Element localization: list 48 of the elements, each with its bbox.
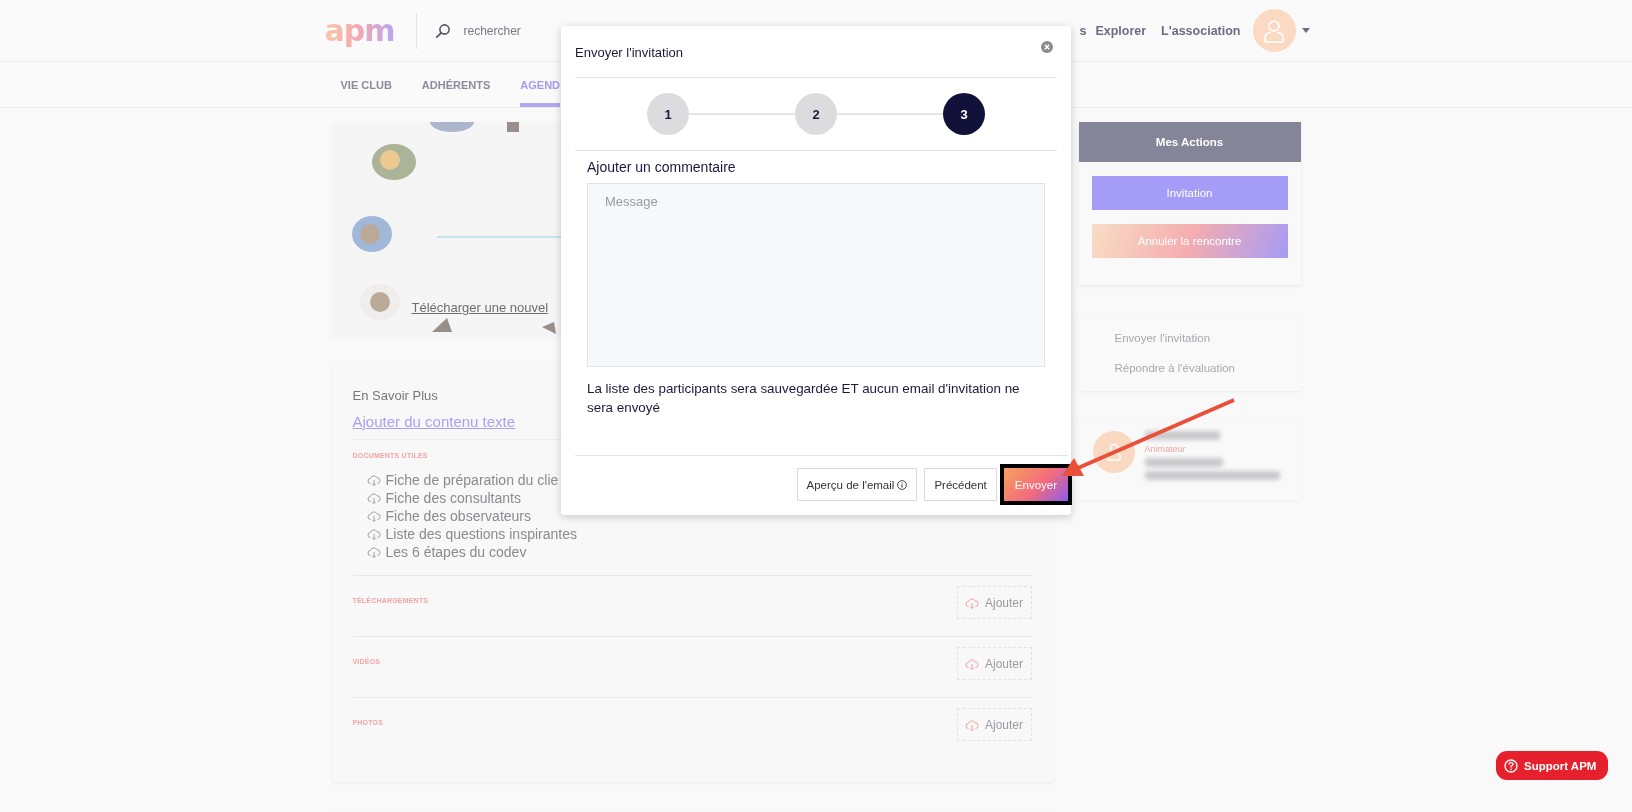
document-link[interactable]: Les 6 étapes du codev — [385, 544, 527, 560]
notice-text: La liste des participants sera sauvegardée ET aucun email d'invitation ne sera envoyé — [587, 380, 1021, 417]
nav-tab[interactable]: VIE CLUB — [340, 62, 392, 107]
message-field[interactable]: Message — [587, 183, 1045, 367]
cloud-download-icon — [366, 510, 381, 522]
info-icon — [897, 479, 908, 490]
add-text-link[interactable]: Ajouter du contenu texte — [352, 413, 516, 430]
cloud-download-icon — [965, 657, 979, 670]
nav-link[interactable]: s — [1079, 23, 1087, 38]
caret-icon — [1301, 28, 1310, 33]
step-indicator: 1 — [647, 93, 689, 135]
nav-link[interactable]: L'association — [1161, 23, 1241, 38]
add-button[interactable]: Ajouter — [956, 647, 1032, 680]
help-icon — [1504, 758, 1518, 773]
add-button[interactable]: Ajouter — [956, 708, 1032, 741]
panel-header: Mes Actions — [1078, 122, 1301, 162]
cloud-download-icon — [366, 492, 381, 504]
action-button[interactable]: Invitation — [1091, 176, 1288, 210]
section-title: En Savoir Plus — [352, 388, 438, 403]
document-link[interactable]: Fiche des observateurs — [385, 508, 532, 524]
dialog-button[interactable]: Précédent — [924, 468, 997, 501]
cloud-download-icon — [366, 474, 381, 486]
dialog-button[interactable]: Aperçu de l'email — [796, 468, 918, 501]
close-button[interactable] — [1041, 40, 1053, 53]
role-label: Animateur — [1144, 444, 1187, 454]
user-icon — [1263, 18, 1285, 43]
search-icon — [435, 22, 452, 39]
action-button[interactable]: Annuler la rencontre — [1091, 224, 1288, 258]
dialog-title: Envoyer l'invitation — [575, 45, 683, 60]
support-button[interactable]: Support APM — [1496, 751, 1609, 780]
nav-link[interactable]: Explorer — [1095, 23, 1147, 38]
cloud-download-icon — [965, 596, 979, 609]
search-field[interactable]: rechercher — [461, 22, 586, 39]
upload-link[interactable]: Télécharger une nouvel — [411, 300, 549, 315]
nav-tab[interactable]: ADHÉRENTS — [421, 62, 491, 107]
cloud-download-icon — [366, 546, 381, 558]
document-link[interactable]: Fiche de préparation du clie — [385, 472, 559, 488]
add-button[interactable]: Ajouter — [956, 586, 1032, 619]
step-indicator: 3 — [943, 93, 985, 135]
cloud-download-icon — [965, 718, 979, 731]
step-indicator: 2 — [795, 93, 837, 135]
step-item: Envoyer l'invitation — [1114, 331, 1212, 346]
user-icon — [1106, 443, 1121, 461]
field-label: Ajouter un commentaire — [587, 159, 737, 175]
document-link[interactable]: Fiche des consultants — [385, 490, 521, 506]
document-link[interactable]: Liste des questions inspirantes — [385, 526, 577, 542]
step-item: Répondre à l'évaluation — [1114, 361, 1236, 376]
cloud-download-icon — [366, 528, 381, 540]
